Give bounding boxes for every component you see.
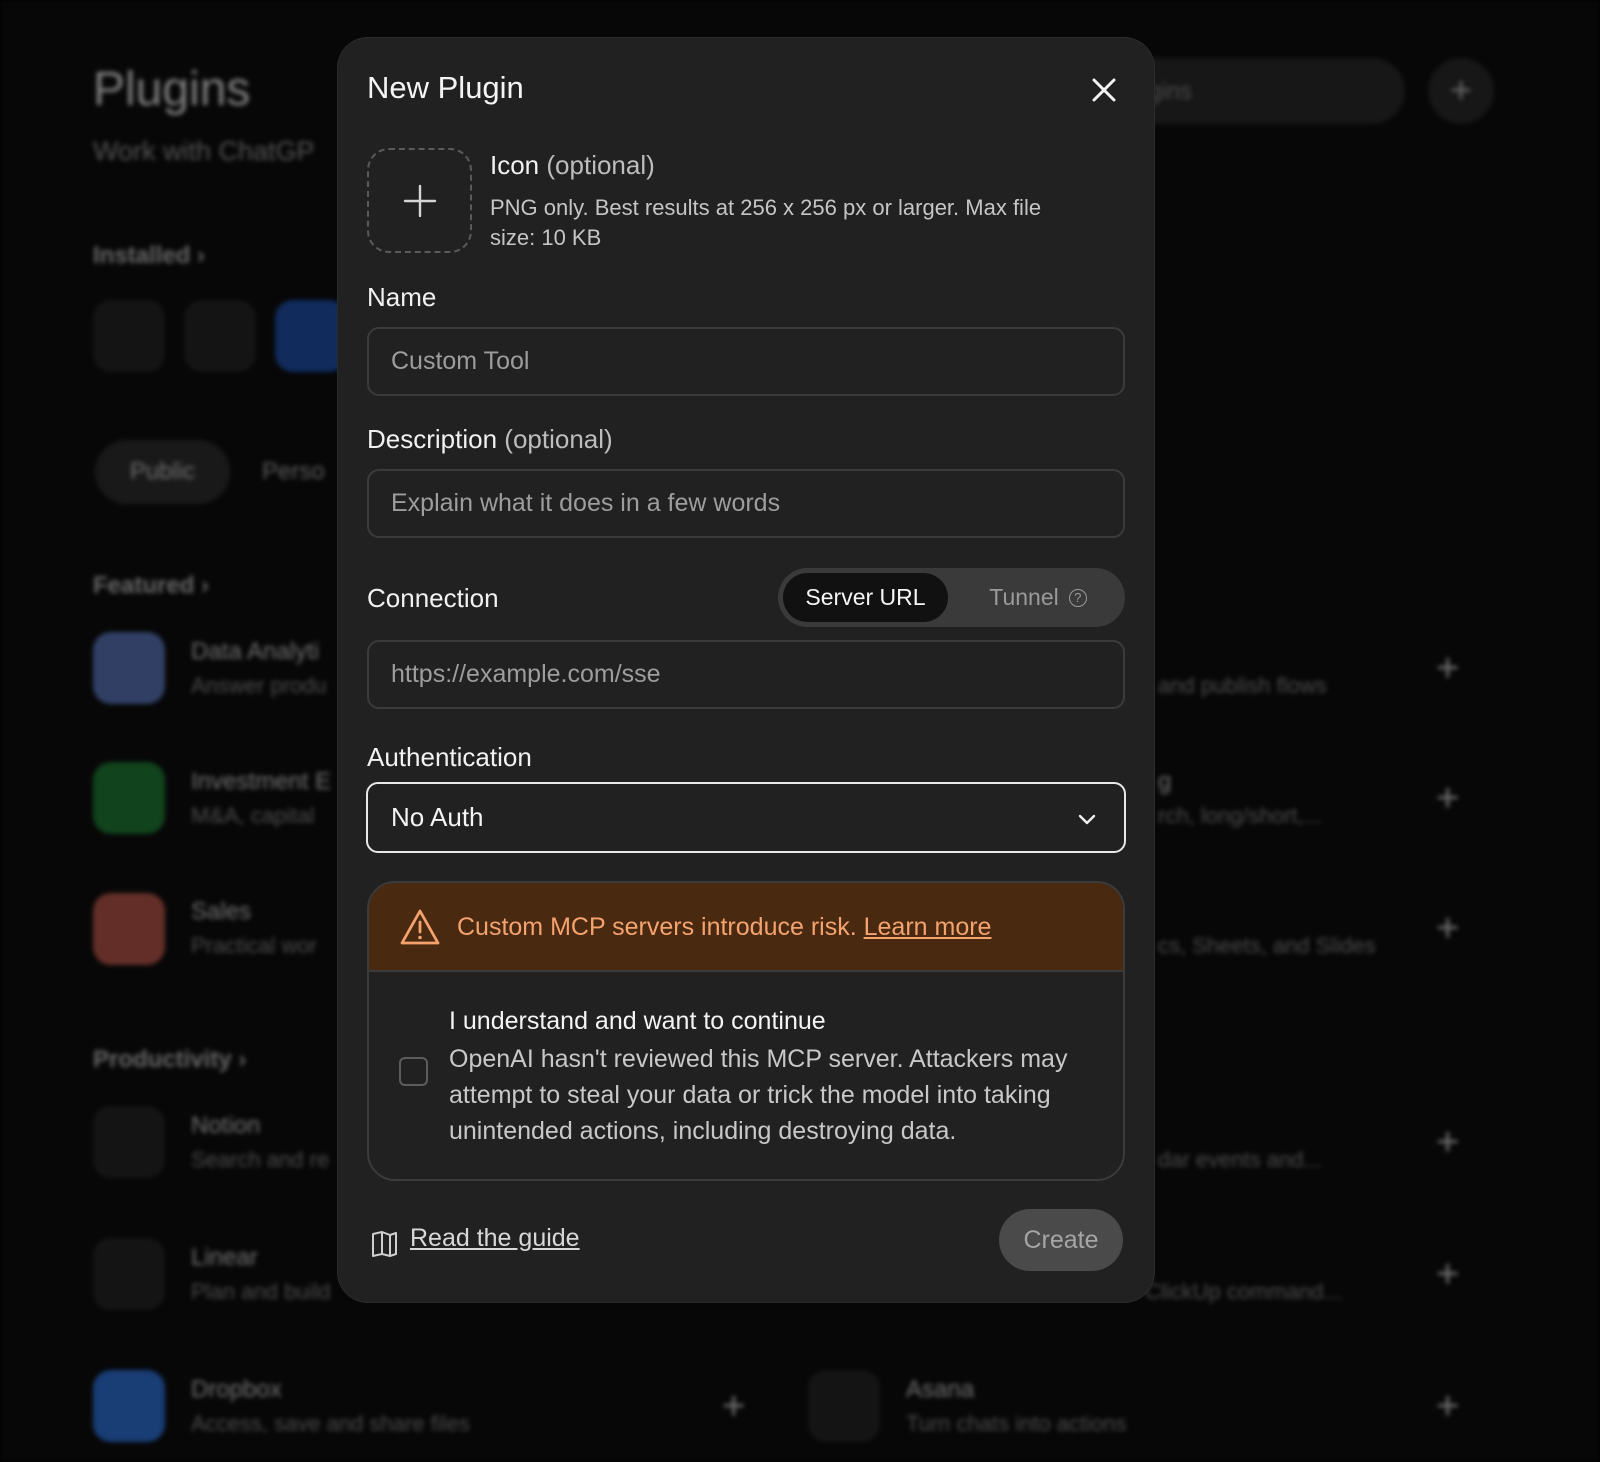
authentication-select[interactable]: No Auth — [366, 782, 1126, 853]
authentication-value: No Auth — [391, 802, 484, 832]
linear-icon — [93, 1238, 165, 1310]
productivity-row-subtitle: Access, save and share files — [191, 1411, 470, 1436]
add-plugin-button[interactable]: + — [1428, 58, 1494, 124]
installed-plugin-icon[interactable] — [93, 300, 165, 372]
close-icon — [1092, 78, 1116, 102]
authentication-label: Authentication — [367, 742, 532, 772]
investment-icon — [93, 762, 165, 834]
risk-warning-banner: Custom MCP servers introduce risk. Learn… — [369, 883, 1123, 972]
new-plugin-dialog: New Plugin Icon (optional) PNG only. Bes… — [338, 38, 1154, 1302]
productivity-row-subtitle: dar events and... — [1158, 1147, 1322, 1172]
description-label: Description (optional) — [367, 424, 613, 454]
productivity-row-subtitle: ClickUp command... — [1145, 1279, 1342, 1304]
productivity-row-title: Linear — [191, 1244, 258, 1271]
notion-icon — [93, 1106, 165, 1178]
featured-row-title: g — [1158, 768, 1172, 795]
connection-toggle: Server URL Tunnel ? — [778, 568, 1125, 627]
checkbox-title: I understand and want to continue — [449, 1007, 826, 1035]
server-url-option[interactable]: Server URL — [783, 573, 948, 622]
sales-icon — [93, 893, 165, 965]
plus-icon[interactable]: + — [1436, 1384, 1459, 1429]
checkbox-description: OpenAI hasn't reviewed this MCP server. … — [449, 1045, 1068, 1145]
plus-icon[interactable]: + — [1436, 1252, 1459, 1297]
description-input[interactable]: Explain what it does in a few words — [367, 469, 1125, 538]
understand-checkbox[interactable] — [399, 1057, 428, 1086]
book-icon — [372, 1231, 397, 1257]
page-title: Plugins — [93, 63, 251, 116]
page-subtitle: Work with ChatGP — [93, 136, 315, 166]
featured-row-subtitle: cs, Sheets, and Slides — [1158, 933, 1376, 958]
productivity-row-subtitle: Search and re — [191, 1147, 330, 1172]
server-url-placeholder: https://example.com/sse — [391, 660, 661, 688]
featured-row-subtitle: rch, long/short,... — [1158, 803, 1322, 828]
connection-label: Connection — [367, 583, 499, 613]
name-input[interactable]: Custom Tool — [367, 327, 1125, 396]
create-button[interactable]: Create — [999, 1209, 1123, 1271]
productivity-row-subtitle: Plan and build — [191, 1279, 331, 1304]
productivity-row-title: Notion — [191, 1112, 261, 1139]
search-placeholder: gins — [1148, 78, 1193, 105]
featured-row-subtitle: and publish flows — [1158, 673, 1327, 698]
installed-plugin-icon[interactable] — [184, 300, 256, 372]
learn-more-link[interactable]: Learn more — [864, 913, 992, 941]
docs-plugin-icon[interactable] — [275, 300, 347, 372]
icon-upload-button[interactable] — [367, 148, 472, 253]
plus-icon[interactable]: + — [722, 1384, 745, 1429]
plus-icon[interactable]: + — [1436, 906, 1459, 951]
featured-row-title: Sales — [191, 898, 252, 925]
read-the-guide-link[interactable]: Read the guide — [410, 1224, 580, 1253]
tunnel-option[interactable]: Tunnel ? — [958, 573, 1118, 622]
name-placeholder: Custom Tool — [391, 347, 530, 375]
productivity-row-subtitle: Turn chats into actions — [906, 1411, 1127, 1436]
name-label: Name — [367, 282, 437, 312]
plus-icon — [403, 184, 436, 217]
chevron-down-icon — [1078, 814, 1096, 825]
plus-icon: + — [1449, 69, 1473, 112]
plus-icon[interactable]: + — [1436, 646, 1459, 691]
risk-warning-text: Custom MCP servers introduce risk. Learn… — [457, 913, 992, 941]
warning-icon — [400, 909, 440, 945]
asana-icon — [808, 1370, 880, 1442]
featured-row-title: Investment E — [191, 768, 332, 795]
description-placeholder: Explain what it does in a few words — [391, 489, 781, 517]
featured-row-title: Data Analyti — [191, 638, 320, 665]
dropbox-icon — [93, 1370, 165, 1442]
installed-heading[interactable]: Installed › — [93, 242, 205, 270]
plus-icon[interactable]: + — [1436, 1120, 1459, 1165]
icon-label: Icon (optional) — [490, 150, 655, 180]
featured-row-subtitle: M&A, capital — [191, 803, 315, 828]
tab-public[interactable]: Public — [95, 440, 230, 504]
productivity-row-title: Asana — [906, 1376, 975, 1403]
tab-personal[interactable]: Perso — [262, 458, 325, 486]
productivity-heading[interactable]: Productivity › — [93, 1046, 246, 1074]
plus-icon[interactable]: + — [1436, 776, 1459, 821]
risk-warning-box: Custom MCP servers introduce risk. Learn… — [367, 881, 1125, 1181]
help-icon[interactable]: ? — [1068, 588, 1087, 607]
icon-help-text: PNG only. Best results at 256 x 256 px o… — [490, 195, 1042, 250]
productivity-row-title: Dropbox — [191, 1376, 282, 1403]
close-button[interactable] — [1086, 72, 1122, 108]
server-url-input[interactable]: https://example.com/sse — [367, 640, 1125, 709]
featured-row-subtitle: Practical wor — [191, 933, 317, 958]
featured-row-subtitle: Answer produ — [191, 673, 327, 698]
featured-heading[interactable]: Featured › — [93, 572, 209, 600]
dialog-title: New Plugin — [367, 70, 524, 105]
data-analytics-icon — [93, 632, 165, 704]
